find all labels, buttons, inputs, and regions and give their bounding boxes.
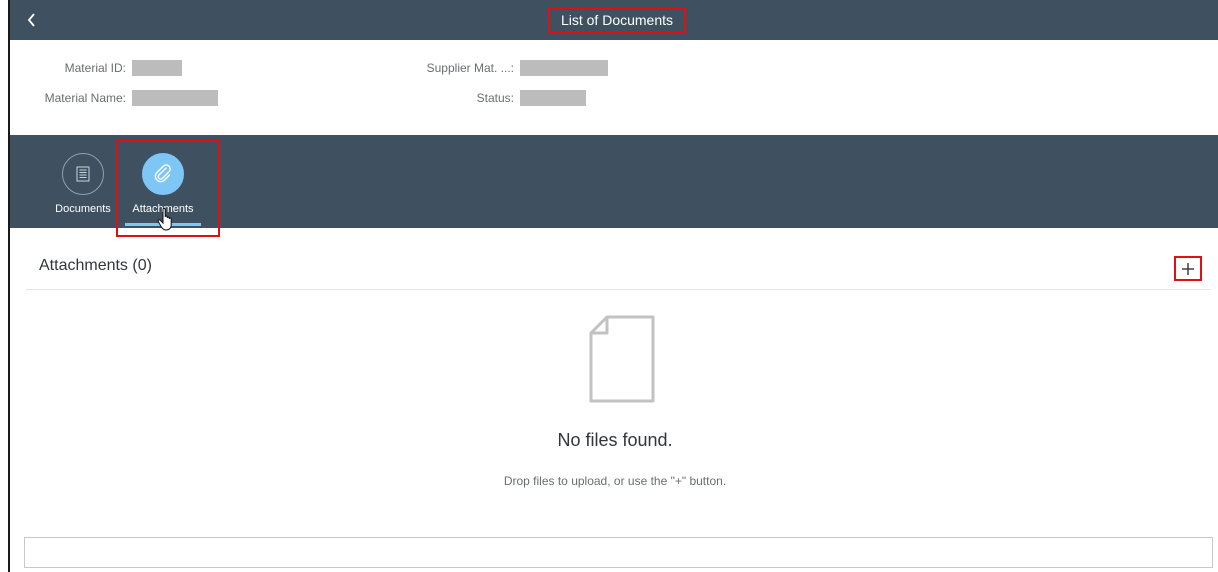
supplier-material-value-redacted bbox=[520, 60, 608, 76]
status-attribute: Status: bbox=[410, 90, 586, 106]
material-id-attribute: Material ID: bbox=[20, 60, 182, 76]
tab-attachments-icon-circle bbox=[142, 153, 184, 195]
upload-drop-area[interactable] bbox=[24, 537, 1213, 568]
icon-tab-bar: Documents Attachments bbox=[10, 135, 1218, 228]
attachments-title: Attachments (0) bbox=[39, 257, 152, 274]
material-id-label: Material ID: bbox=[64, 61, 126, 75]
chevron-left-icon bbox=[27, 13, 35, 27]
tab-documents[interactable]: Documents bbox=[43, 135, 123, 228]
page-title: List of Documents bbox=[548, 7, 686, 33]
tab-attachments-label: Attachments bbox=[132, 203, 194, 215]
paperclip-icon bbox=[154, 164, 171, 183]
material-id-value-redacted bbox=[132, 60, 182, 76]
status-label: Status: bbox=[476, 91, 514, 105]
empty-state-title: No files found. bbox=[557, 430, 673, 450]
tab-documents-icon-circle bbox=[62, 153, 104, 195]
supplier-material-attribute: Supplier Mat. ...: bbox=[410, 60, 608, 76]
selected-tab-indicator bbox=[125, 223, 201, 226]
tab-documents-label: Documents bbox=[55, 203, 111, 215]
list-icon bbox=[76, 166, 90, 182]
app-frame: List of Documents Material ID: Material … bbox=[8, 0, 1218, 572]
material-name-label: Material Name: bbox=[44, 91, 126, 105]
empty-state-description: Drop files to upload, or use the "+" but… bbox=[503, 474, 727, 488]
object-header: Material ID: Material Name: Supplier Mat… bbox=[10, 40, 1218, 135]
tab-attachments[interactable]: Attachments bbox=[123, 135, 203, 228]
status-value-redacted bbox=[520, 90, 586, 106]
add-attachment-button[interactable] bbox=[1174, 256, 1202, 281]
material-name-value-redacted bbox=[132, 90, 218, 106]
empty-document-icon bbox=[589, 315, 655, 403]
material-name-attribute: Material Name: bbox=[20, 90, 218, 106]
section-divider bbox=[26, 289, 1211, 290]
supplier-material-label: Supplier Mat. ...: bbox=[426, 61, 514, 75]
shell-bar: List of Documents bbox=[10, 0, 1218, 40]
add-icon bbox=[1182, 262, 1194, 275]
back-button[interactable] bbox=[20, 8, 44, 32]
